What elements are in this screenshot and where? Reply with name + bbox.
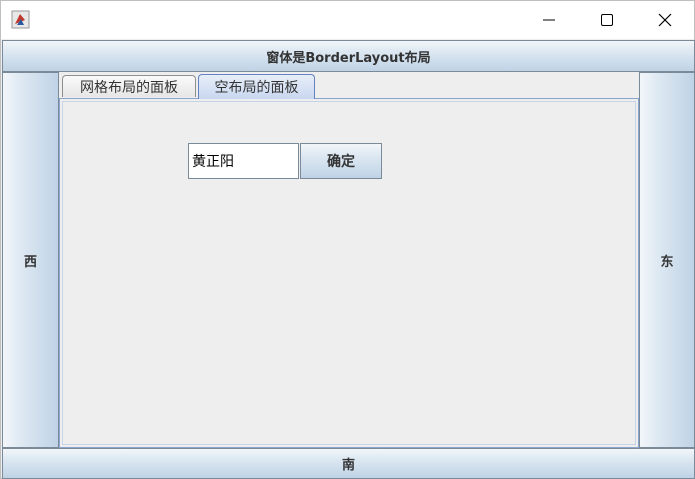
maximize-button[interactable] (584, 1, 630, 39)
tab-null-layout-panel[interactable]: 空布局的面板 (198, 74, 315, 99)
maximize-icon (601, 14, 613, 26)
name-text-field[interactable] (188, 143, 299, 179)
tab-content-panel: 确定 (59, 98, 639, 448)
east-button[interactable]: 东 (639, 72, 695, 448)
west-button[interactable]: 西 (2, 72, 59, 448)
minimize-button[interactable] (526, 1, 572, 39)
south-button[interactable]: 南 (2, 448, 695, 479)
title-bar[interactable] (1, 1, 694, 39)
java-app-icon (11, 10, 30, 29)
minimize-icon (543, 19, 555, 21)
tab-grid-layout-panel[interactable]: 网格布局的面板 (62, 75, 196, 97)
app-window: 窗体是BorderLayout布局 西 东 南 网格布局的面板 空布局的面板 确… (0, 0, 695, 479)
ok-button[interactable]: 确定 (300, 143, 382, 179)
close-button[interactable] (642, 1, 688, 39)
north-button[interactable]: 窗体是BorderLayout布局 (2, 40, 695, 72)
tabbed-pane: 网格布局的面板 空布局的面板 确定 (59, 72, 639, 448)
null-layout-panel: 确定 (62, 101, 636, 445)
close-icon (658, 13, 672, 27)
